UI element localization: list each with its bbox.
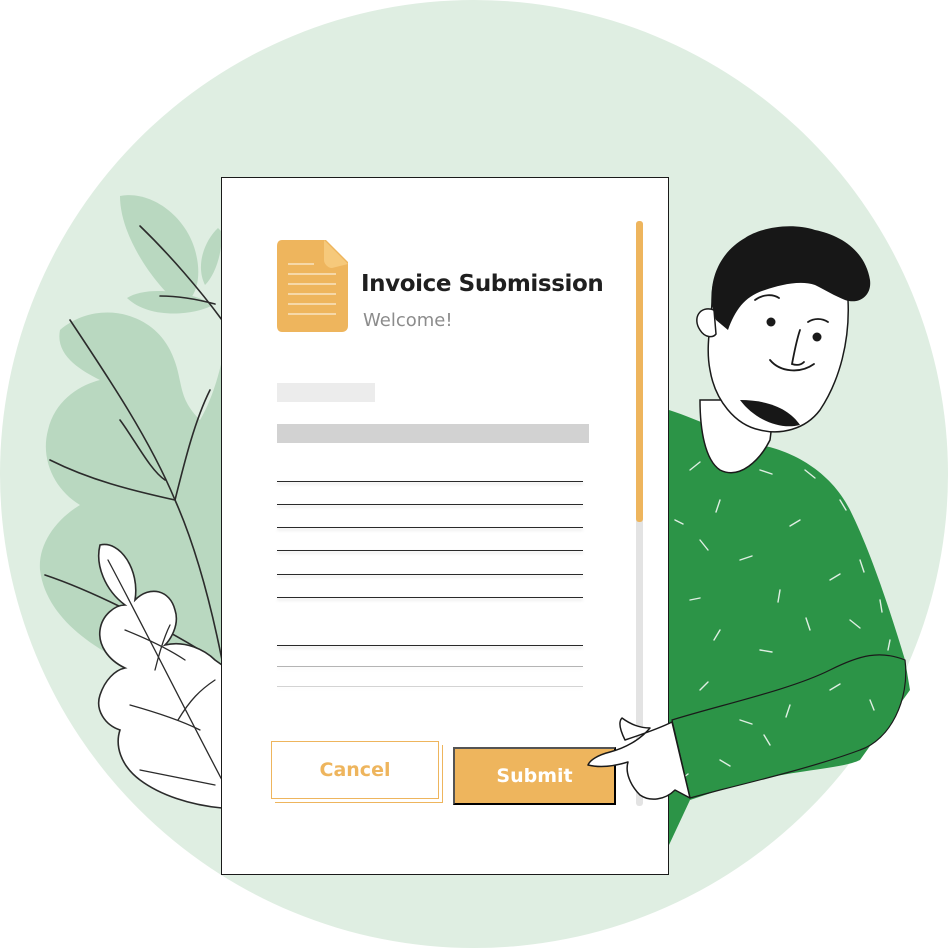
- text-line: [277, 527, 583, 528]
- document-icon: [277, 240, 348, 332]
- text-line: [277, 550, 583, 551]
- invoice-form-card: Invoice Submission Welcome! Cancel Submi…: [221, 177, 669, 875]
- text-line: [277, 645, 583, 646]
- text-line: [277, 481, 583, 482]
- text-line: [277, 574, 583, 575]
- placeholder-bar-long: [277, 424, 589, 443]
- placeholder-bar-short: [277, 383, 375, 402]
- scrollbar-thumb[interactable]: [636, 221, 643, 522]
- illustration-stage: Invoice Submission Welcome! Cancel Submi…: [0, 0, 948, 948]
- scrollbar-track[interactable]: [636, 221, 643, 806]
- form-subtitle: Welcome!: [363, 310, 453, 331]
- right-eye: [812, 332, 822, 342]
- submit-button[interactable]: Submit: [453, 747, 616, 805]
- text-line: [277, 504, 583, 505]
- cancel-button[interactable]: Cancel: [271, 741, 439, 799]
- text-line: [277, 686, 583, 687]
- left-eye: [766, 317, 776, 327]
- text-line: [277, 597, 583, 598]
- form-title: Invoice Submission: [361, 271, 604, 297]
- text-line: [277, 666, 583, 667]
